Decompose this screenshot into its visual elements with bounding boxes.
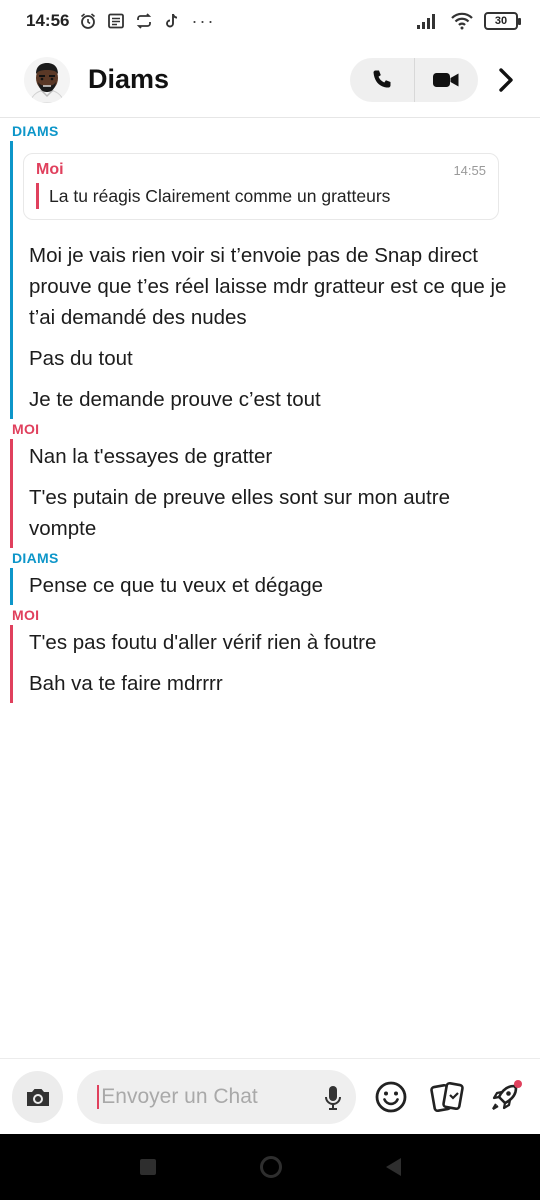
voice-call-button[interactable] [350,58,414,102]
sender-label: DIAMS [12,550,59,566]
sender-label: MOI [12,607,40,623]
chevron-right-icon [499,67,513,92]
news-icon [108,13,125,29]
contact-name[interactable]: Diams [88,64,169,95]
notification-dot [513,1079,522,1088]
text-cursor [97,1084,100,1109]
bitmoji-avatar-icon [24,56,70,103]
quoted-sender: Moi [36,161,64,178]
open-profile-button[interactable] [486,58,526,102]
video-camera-icon [433,72,459,87]
chat-thread[interactable]: DIAMS Moi 14:55 La tu réagis Clairement … [0,118,540,1058]
chat-input[interactable] [101,1084,312,1109]
phone-icon [373,70,391,87]
smiley-icon [375,1081,406,1112]
call-button-group [350,57,479,102]
cards-icon [430,1081,464,1112]
wifi-icon [451,12,473,30]
message-group: Nan la t'essayes de gratter T'es putain … [10,439,510,548]
chat-message[interactable]: Moi je vais rien voir si t’envoie pas de… [29,238,510,337]
chat-message[interactable]: Pas du tout [29,341,510,378]
more-notifications-icon: ··· [191,10,216,31]
sync-icon [137,13,152,29]
message-group: Moi 14:55 La tu réagis Clairement comme … [10,141,510,419]
chat-composer [0,1058,540,1134]
emoji-button[interactable] [368,1074,413,1120]
battery-indicator: 30 [484,12,521,30]
message-group: Pense ce que tu veux et dégage [10,568,510,605]
chat-message[interactable]: Bah va te faire mdrrrr [29,666,510,703]
home-button[interactable] [259,1156,282,1178]
recents-button[interactable] [139,1159,156,1175]
chat-header: Diams [0,42,540,118]
status-bar: 14:56 ··· 30 [0,0,540,42]
message-group: T'es pas foutu d'aller vérif rien à fout… [10,625,510,703]
sender-label: DIAMS [12,123,59,139]
status-time: 14:56 [26,11,70,30]
chat-message[interactable]: Je te demande prouve c’est tout [29,382,510,419]
camera-button[interactable] [12,1070,64,1123]
quoted-reply[interactable]: Moi 14:55 La tu réagis Clairement comme … [23,153,499,220]
microphone-icon[interactable] [324,1085,342,1111]
games-button[interactable] [483,1074,528,1120]
video-call-button[interactable] [415,58,479,102]
sender-label: MOI [12,421,40,437]
quoted-text: La tu réagis Clairement comme un gratteu… [36,183,486,209]
camera-icon [26,1088,49,1106]
system-navigation-bar [0,1134,540,1200]
chat-message[interactable]: Pense ce que tu veux et dégage [29,568,510,605]
tiktok-icon [166,13,178,28]
chat-message[interactable]: Nan la t'essayes de gratter [29,439,510,476]
alarm-icon [81,13,96,29]
signal-icon [417,14,435,29]
chat-message[interactable]: T'es putain de preuve elles sont sur mon… [29,480,510,548]
back-button[interactable] [385,1158,401,1176]
avatar[interactable] [24,56,70,103]
stickers-button[interactable] [425,1074,470,1120]
quoted-timestamp: 14:55 [453,162,486,178]
chat-input-container[interactable] [77,1069,356,1124]
chat-message[interactable]: T'es pas foutu d'aller vérif rien à fout… [29,625,510,662]
